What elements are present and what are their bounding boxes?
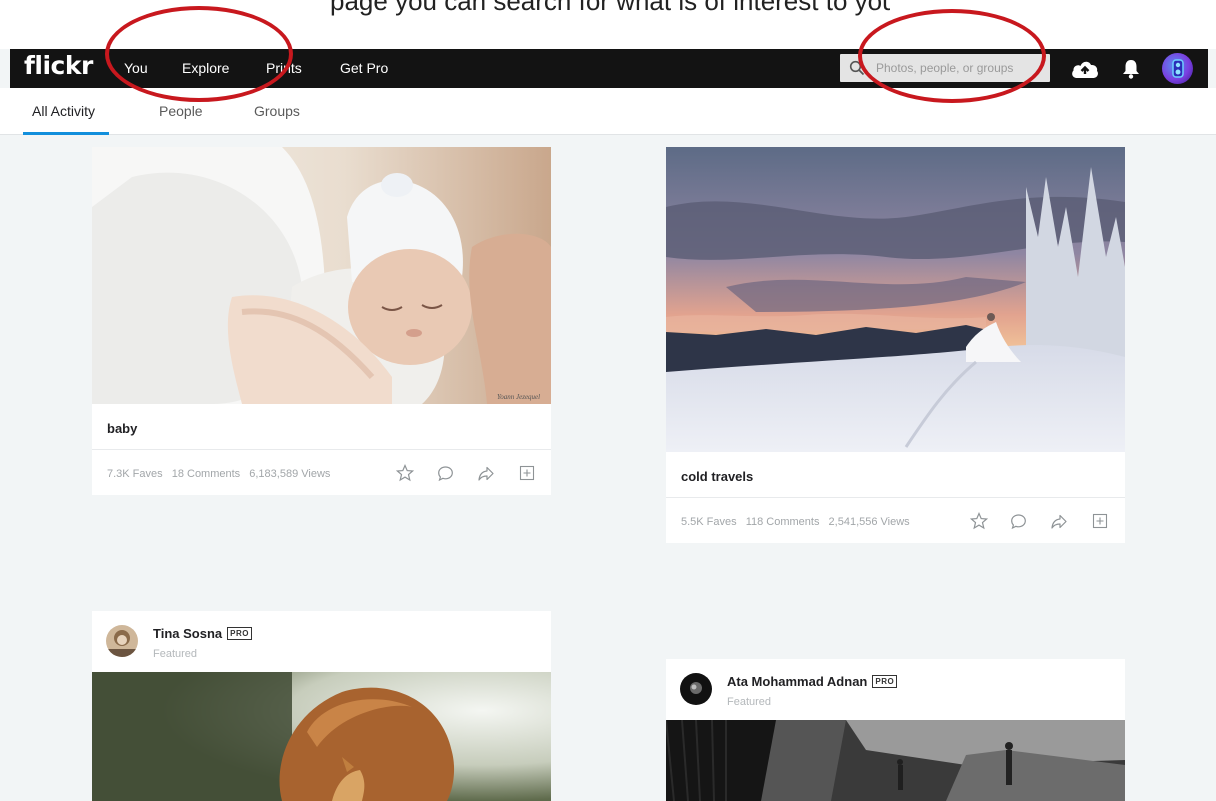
- card-divider: [92, 449, 551, 450]
- author-name-text: Tina Sosna: [153, 626, 223, 641]
- tab-all-activity[interactable]: All Activity: [22, 88, 110, 135]
- share-icon[interactable]: [1050, 513, 1068, 530]
- search-icon[interactable]: [849, 60, 865, 76]
- cropped-heading: page you can search for what is of inter…: [330, 0, 890, 22]
- search-box[interactable]: [840, 54, 1050, 82]
- add-to-gallery-icon[interactable]: [1092, 513, 1108, 529]
- pro-badge: PRO: [872, 675, 898, 688]
- faves-count: 5.5K Faves: [681, 516, 737, 528]
- photo-tina-sosna[interactable]: [92, 672, 551, 801]
- upload-cloud-icon[interactable]: [1070, 58, 1100, 80]
- feed-card-tina-sosna: Tina Sosna PRO Featured: [92, 611, 551, 801]
- flickr-logo[interactable]: flickr: [24, 51, 93, 80]
- user-avatar[interactable]: [1162, 53, 1193, 84]
- comment-icon[interactable]: [1010, 513, 1027, 530]
- search-input[interactable]: [876, 54, 1046, 82]
- bell-icon[interactable]: [1121, 58, 1141, 80]
- share-icon[interactable]: [477, 465, 495, 482]
- faves-count: 7.3K Faves: [107, 468, 163, 480]
- comment-icon[interactable]: [437, 465, 454, 482]
- nav-get-pro[interactable]: Get Pro: [340, 49, 388, 88]
- feed-card-cold-travels: cold travels 5.5K Faves 118 Comments 2,5…: [666, 147, 1125, 543]
- nav-you[interactable]: You: [124, 49, 148, 88]
- card-title-cold-travels[interactable]: cold travels: [681, 469, 753, 484]
- feed-card-ata-mohammad-adnan: Ata Mohammad Adnan PRO Featured: [666, 659, 1125, 801]
- card-stats-baby: 7.3K Faves 18 Comments 6,183,589 Views: [107, 468, 336, 480]
- featured-label: Featured: [727, 696, 772, 708]
- featured-label: Featured: [153, 648, 198, 660]
- baby-photo-image: Yoann Jezequel: [92, 147, 551, 404]
- global-nav: flickr You Explore Prints Get Pro: [10, 49, 1208, 88]
- photo-watermark: Yoann Jezequel: [497, 393, 540, 401]
- views-count: 2,541,556 Views: [828, 516, 910, 528]
- author-name-text: Ata Mohammad Adnan: [727, 674, 868, 689]
- avatar-graphic: [1172, 59, 1184, 78]
- star-icon[interactable]: [396, 464, 414, 482]
- add-to-gallery-icon[interactable]: [519, 465, 535, 481]
- nav-explore[interactable]: Explore: [182, 49, 229, 88]
- author-avatar[interactable]: [106, 625, 138, 657]
- pro-badge: PRO: [227, 627, 252, 640]
- tab-groups[interactable]: Groups: [254, 88, 300, 135]
- tina-sosna-photo-image: [92, 672, 551, 801]
- star-icon[interactable]: [970, 512, 988, 530]
- activity-subnav: All Activity People Groups: [0, 88, 1216, 135]
- cropped-heading-text: page you can search for what is of inter…: [330, 0, 890, 16]
- page-top-strip: page you can search for what is of inter…: [0, 0, 1216, 49]
- photo-ata-mohammad-adnan[interactable]: [666, 720, 1125, 801]
- card-stats-cold-travels: 5.5K Faves 118 Comments 2,541,556 Views: [681, 516, 916, 528]
- photo-cold-travels[interactable]: [666, 147, 1125, 452]
- nav-prints[interactable]: Prints: [266, 49, 302, 88]
- tab-people[interactable]: People: [159, 88, 203, 135]
- card-divider: [666, 497, 1125, 498]
- author-name[interactable]: Ata Mohammad Adnan PRO: [727, 674, 898, 689]
- views-count: 6,183,589 Views: [249, 468, 331, 480]
- cold-travels-photo-image: [666, 147, 1125, 452]
- photo-baby[interactable]: Yoann Jezequel: [92, 147, 551, 404]
- ata-mohammad-adnan-photo-image: [666, 720, 1125, 801]
- comments-count: 118 Comments: [745, 516, 820, 528]
- feed-card-baby: Yoann Jezequel baby 7.3K Faves 18 Commen…: [92, 147, 551, 495]
- comments-count: 18 Comments: [171, 468, 241, 480]
- author-avatar[interactable]: [680, 673, 712, 705]
- author-avatar-image: [106, 625, 138, 657]
- author-name[interactable]: Tina Sosna PRO: [153, 626, 252, 641]
- author-avatar-image: [680, 673, 712, 705]
- card-title-baby[interactable]: baby: [107, 421, 137, 436]
